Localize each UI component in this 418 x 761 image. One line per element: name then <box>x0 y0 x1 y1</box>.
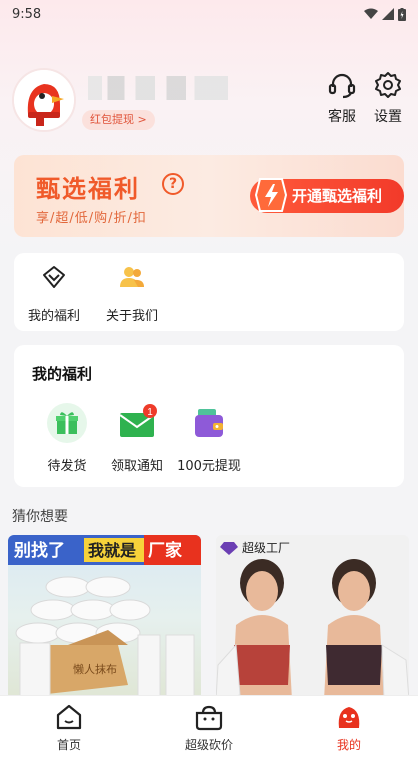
status-bar: 9:58 <box>0 0 418 28</box>
tab-label: 首页 <box>56 738 81 752</box>
product-card[interactable]: 别找了 我就是 厂家 懒人抹布 <box>8 535 201 700</box>
settings-button[interactable]: 设置 <box>368 70 408 126</box>
wallet-icon <box>195 409 223 437</box>
welfare-item-label: 100元提现 <box>177 459 241 474</box>
notification-badge: 1 <box>147 407 153 418</box>
mascot-icon <box>338 707 360 728</box>
mail-icon: 1 <box>119 404 157 437</box>
quick-link-label: 关于我们 <box>105 309 158 324</box>
gift-icon <box>47 403 87 443</box>
status-icons <box>364 7 406 21</box>
quick-link-about-us[interactable]: 关于我们 <box>92 263 172 324</box>
recommend-title: 猜你想要 <box>12 509 68 525</box>
welfare-item-withdraw[interactable]: 100元提现 <box>172 403 246 474</box>
tab-label: 超级砍价 <box>184 738 233 752</box>
profile-section: 红包提现 > 客服 设置 <box>12 68 406 136</box>
quick-link-label: 我的福利 <box>27 309 80 324</box>
wifi-icon <box>364 8 378 19</box>
tab-label: 我的 <box>336 738 361 752</box>
username-masked <box>88 76 228 100</box>
penguin-avatar-icon <box>14 70 74 130</box>
lightning-icon <box>254 178 288 212</box>
signal-icon <box>382 8 394 20</box>
status-time: 9:58 <box>12 6 42 22</box>
customer-service-button[interactable]: 客服 <box>322 70 362 126</box>
battery-icon <box>398 7 406 21</box>
banner-subtitle: 享/超/低/购/折/扣 <box>36 211 147 226</box>
product-image: 超级工厂 <box>216 535 409 700</box>
product-box-text: 懒人抹布 <box>73 662 117 676</box>
tab-mine[interactable]: 我的 <box>309 702 389 753</box>
welfare-item-pending-ship[interactable]: 待发货 <box>30 403 104 474</box>
tab-home[interactable]: 首页 <box>29 702 109 753</box>
bottom-tab-bar: 首页 超级砍价 我的 <box>0 695 418 761</box>
headset-icon <box>328 73 356 99</box>
avatar[interactable] <box>12 68 76 132</box>
home-icon <box>56 704 82 730</box>
quick-links-card: 我的福利 关于我们 <box>14 253 404 331</box>
product-banner-text-3: 厂家 <box>148 540 182 561</box>
welfare-item-notification[interactable]: 1 领取通知 <box>100 403 174 474</box>
welfare-item-label: 领取通知 <box>110 459 163 474</box>
product-image: 别找了 我就是 厂家 懒人抹布 <box>8 535 201 700</box>
product-card[interactable]: 超级工厂 <box>216 535 409 700</box>
product-banner-text-1: 别找了 <box>13 540 65 561</box>
my-welfare-card: 我的福利 待发货 1 领取通知 100元提现 <box>14 345 404 487</box>
banner-title: 甄选福利 <box>36 175 140 203</box>
customer-service-label: 客服 <box>328 109 356 125</box>
pot-icon <box>195 705 223 731</box>
welfare-item-label: 待发货 <box>47 459 87 474</box>
help-icon[interactable]: ? <box>162 173 184 195</box>
diamond-icon <box>43 266 65 288</box>
redpack-withdraw-link[interactable]: 红包提现 > <box>82 110 155 130</box>
product-brand: 超级工厂 <box>242 540 290 555</box>
people-icon <box>120 267 144 287</box>
tab-super-bargain[interactable]: 超级砍价 <box>169 702 249 753</box>
premium-welfare-banner[interactable]: 甄选福利 ? 享/超/低/购/折/扣 开通甄选福利 <box>14 155 404 237</box>
gear-icon <box>375 72 401 98</box>
product-banner-text-2: 我就是 <box>88 541 136 560</box>
welfare-title: 我的福利 <box>32 365 93 383</box>
quick-link-my-welfare[interactable]: 我的福利 <box>14 263 94 324</box>
settings-label: 设置 <box>374 109 402 125</box>
